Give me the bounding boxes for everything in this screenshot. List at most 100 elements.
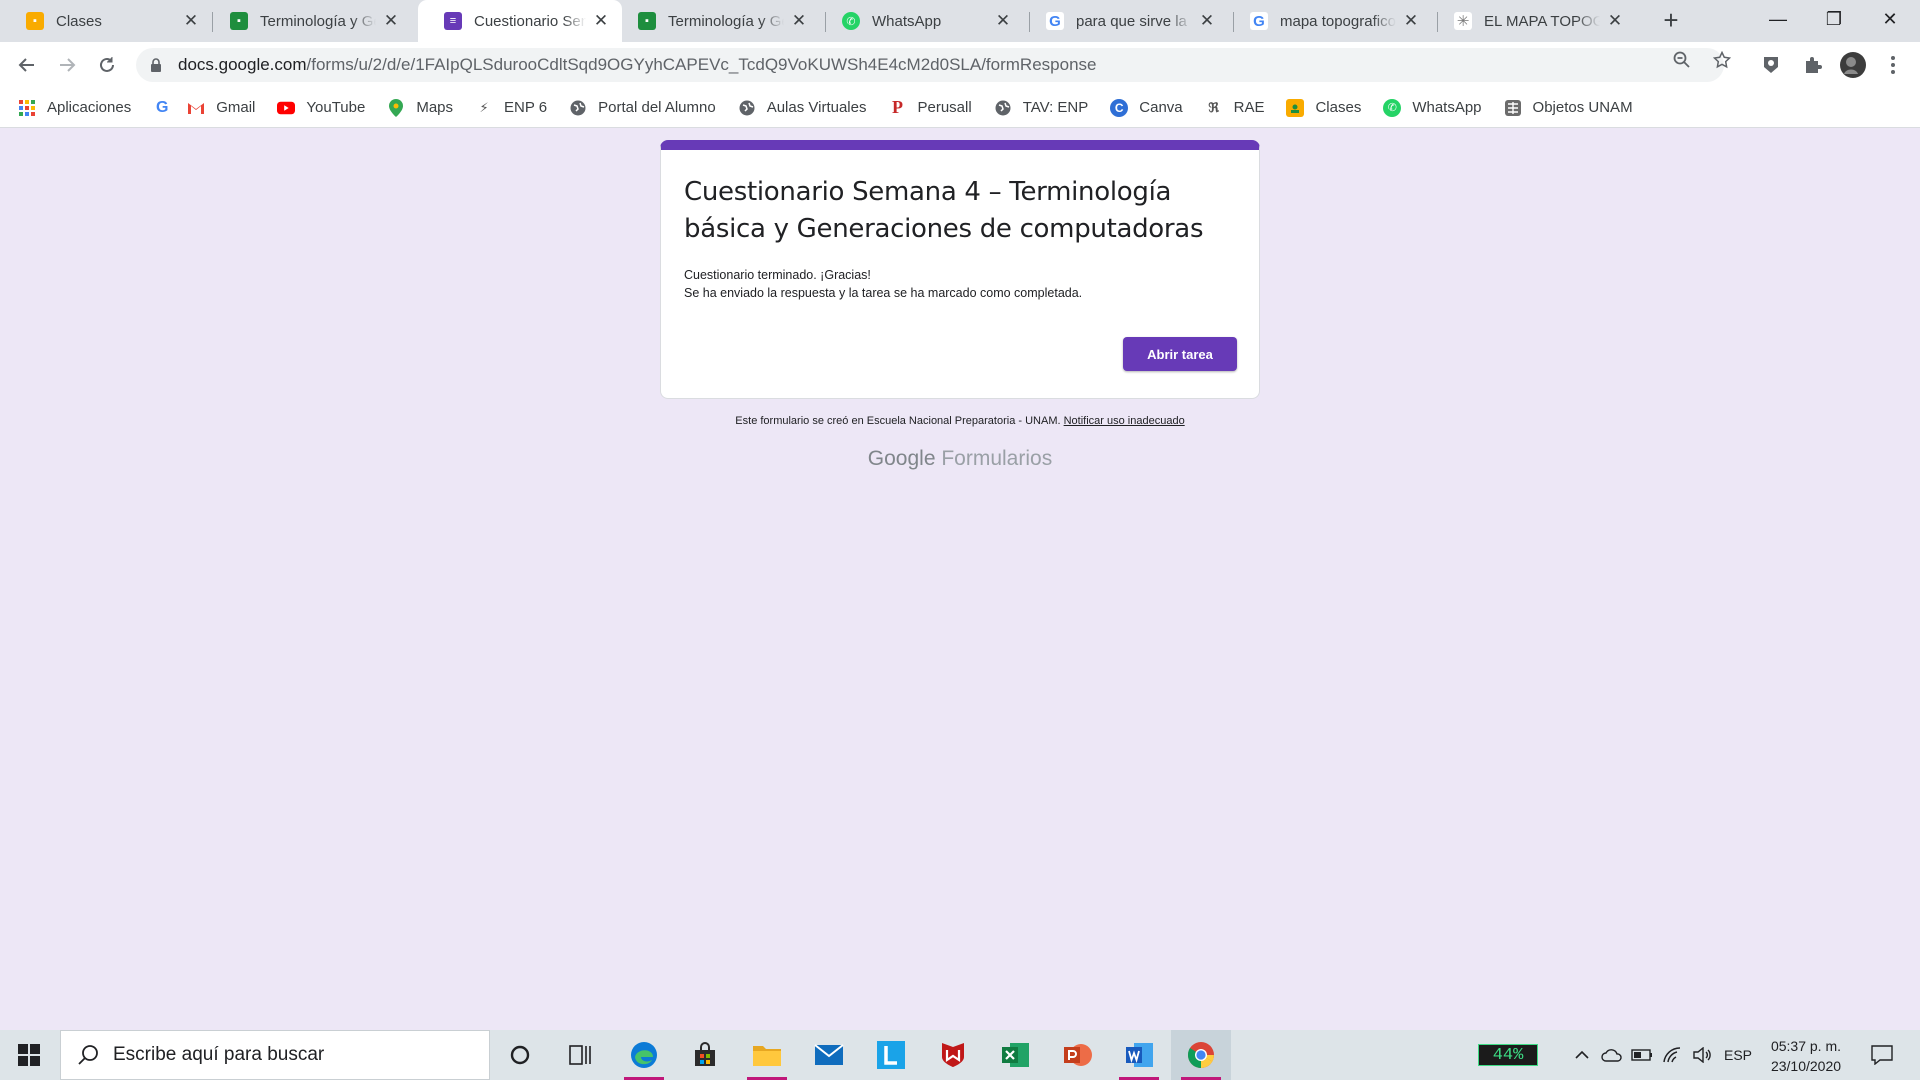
chrome-icon[interactable] <box>1171 1030 1231 1080</box>
gmail-icon <box>187 99 205 117</box>
canva-icon: C <box>1110 98 1129 117</box>
close-icon[interactable]: ✕ <box>994 12 1012 30</box>
system-clock[interactable]: 05:37 p. m. 23/10/2020 <box>1760 1036 1852 1076</box>
tab-terminologia-2[interactable]: ▪ Terminología y Generaciones ✕ <box>612 0 820 42</box>
task-view-icon[interactable] <box>550 1030 610 1080</box>
tab-el-mapa[interactable]: ✳ EL MAPA TOPOGRAFICO ✕ <box>1428 0 1636 42</box>
bookmark-perusall[interactable]: P Perusall <box>888 97 972 117</box>
onedrive-cloud-icon[interactable] <box>1598 1030 1626 1080</box>
bookmark-label: RAE <box>1233 99 1265 116</box>
close-icon[interactable]: ✕ <box>1402 12 1420 30</box>
edge-icon[interactable] <box>614 1030 674 1080</box>
bookmark-portal-alumno[interactable]: Portal del Alumno <box>569 99 716 117</box>
close-icon[interactable]: ✕ <box>182 12 200 30</box>
tab-clases[interactable]: ▪ Clases ✕ <box>0 0 212 42</box>
back-button[interactable] <box>12 50 42 80</box>
extensions-puzzle-icon[interactable] <box>1800 52 1826 78</box>
volume-icon[interactable] <box>1688 1030 1716 1080</box>
tab-title: Terminología y Generaciones <box>668 12 784 30</box>
close-icon[interactable]: ✕ <box>1606 12 1624 30</box>
zoom-icon[interactable] <box>1672 50 1692 70</box>
tab-strip: ▪ Clases ✕ ▪ Terminología y Generaciones… <box>0 0 1920 42</box>
reload-button[interactable] <box>92 50 122 80</box>
close-window-button[interactable]: ✕ <box>1862 0 1918 38</box>
tab-mapa-topografico[interactable]: G mapa topografico ✕ <box>1224 0 1432 42</box>
close-icon[interactable]: ✕ <box>592 12 610 30</box>
url-path: /forms/u/2/d/e/1FAIpQLSdurooCdltSqd9OGYy… <box>306 55 1097 74</box>
bookmark-google[interactable]: G <box>153 99 171 117</box>
clock-time: 05:37 p. m. <box>1770 1038 1842 1054</box>
bookmark-aplicaciones[interactable]: Aplicaciones <box>18 99 131 117</box>
whatsapp-icon: ✆ <box>1383 98 1402 117</box>
bookmark-clases[interactable]: Clases <box>1286 98 1361 117</box>
forward-button[interactable] <box>52 50 82 80</box>
tab-title: EL MAPA TOPOGRAFICO <box>1484 12 1600 30</box>
perusall-icon: P <box>891 97 903 117</box>
bookmarks-bar: Aplicaciones G Gmail YouTube Maps ⚡ ENP … <box>0 88 1920 128</box>
form-title: Cuestionario Semana 4 – Terminología bás… <box>684 177 1204 244</box>
file-explorer-icon[interactable] <box>737 1030 797 1080</box>
restore-button[interactable]: ❐ <box>1806 0 1862 38</box>
new-tab-button[interactable]: + <box>1656 6 1686 36</box>
l-app-icon[interactable] <box>861 1030 921 1080</box>
bookmark-canva[interactable]: C Canva <box>1110 98 1183 117</box>
globe-icon <box>569 99 587 117</box>
word-icon[interactable] <box>1109 1030 1169 1080</box>
windows-icon <box>18 1044 40 1066</box>
tab-cuestionario[interactable]: ≡ Cuestionario Semana 4 ✕ <box>418 0 622 42</box>
report-abuse-link[interactable]: Notificar uso inadecuado <box>1064 415 1185 427</box>
excel-icon[interactable] <box>985 1030 1045 1080</box>
url-text: docs.google.com/forms/u/2/d/e/1FAIpQLSdu… <box>178 55 1096 75</box>
store-icon[interactable] <box>675 1030 735 1080</box>
wifi-icon[interactable] <box>1658 1030 1686 1080</box>
lock-icon <box>150 58 164 72</box>
bookmark-youtube[interactable]: YouTube <box>277 99 365 117</box>
bookmark-label: WhatsApp <box>1412 99 1482 116</box>
bookmark-whatsapp[interactable]: ✆ WhatsApp <box>1383 98 1482 117</box>
mcafee-icon[interactable] <box>923 1030 983 1080</box>
bookmark-objetos-unam[interactable]: Objetos UNAM <box>1504 99 1633 117</box>
tab-title: WhatsApp <box>872 12 942 30</box>
tab-title: para que sirve la regla <box>1076 12 1192 30</box>
battery-icon[interactable] <box>1628 1030 1656 1080</box>
show-hidden-icons-chevron-icon[interactable] <box>1568 1030 1596 1080</box>
close-icon[interactable]: ✕ <box>790 12 808 30</box>
bookmark-gmail[interactable]: Gmail <box>187 99 255 117</box>
tab-terminologia-1[interactable]: ▪ Terminología y Generaciones de computa… <box>204 0 412 42</box>
forward-arrow-icon <box>60 58 76 72</box>
brand-google: Google <box>867 447 936 470</box>
google-classroom-icon: ▪ <box>638 12 656 30</box>
address-bar[interactable]: docs.google.com/forms/u/2/d/e/1FAIpQLSdu… <box>136 48 1724 82</box>
minimize-button[interactable]: — <box>1750 0 1806 38</box>
enp-icon: ⚡ <box>479 99 489 115</box>
close-icon[interactable]: ✕ <box>382 12 400 30</box>
tab-whatsapp[interactable]: ✆ WhatsApp ✕ <box>816 0 1024 42</box>
menu-kebab-icon[interactable] <box>1880 52 1906 78</box>
battery-widget[interactable]: 44% <box>1478 1044 1538 1066</box>
brand-product: Formularios <box>941 447 1053 470</box>
windows-taskbar: Escribe aquí para buscar 44% ESP 05:37 p… <box>0 1030 1920 1080</box>
bookmark-label: Maps <box>416 99 454 116</box>
powerpoint-icon[interactable] <box>1047 1030 1107 1080</box>
back-arrow-icon <box>18 58 34 72</box>
bookmark-star-icon[interactable] <box>1712 50 1732 70</box>
cortana-icon[interactable] <box>490 1030 550 1080</box>
taskbar-search-input[interactable]: Escribe aquí para buscar <box>60 1030 490 1080</box>
language-indicator[interactable]: ESP <box>1718 1030 1758 1080</box>
bookmark-aulas-virtuales[interactable]: Aulas Virtuales <box>738 99 866 117</box>
bookmark-label: Canva <box>1139 99 1183 116</box>
bookmark-rae[interactable]: ℜ RAE <box>1205 99 1265 117</box>
close-icon[interactable]: ✕ <box>1198 12 1216 30</box>
profile-avatar[interactable] <box>1840 52 1866 78</box>
start-button[interactable] <box>0 1030 58 1080</box>
mail-icon[interactable] <box>799 1030 859 1080</box>
tab-regla[interactable]: G para que sirve la regla ✕ <box>1020 0 1228 42</box>
google-forms-logo[interactable]: Google Formularios <box>660 447 1260 471</box>
action-center-icon[interactable] <box>1862 1030 1902 1080</box>
open-assignment-button[interactable]: Abrir tarea <box>1123 337 1237 371</box>
extension-shield-icon[interactable] <box>1758 52 1784 78</box>
tab-title: Terminología y Generaciones de computado… <box>260 12 376 30</box>
bookmark-maps[interactable]: Maps <box>387 98 454 117</box>
bookmark-enp6[interactable]: ⚡ ENP 6 <box>475 99 547 117</box>
bookmark-tav-enp[interactable]: TAV: ENP <box>994 99 1088 117</box>
